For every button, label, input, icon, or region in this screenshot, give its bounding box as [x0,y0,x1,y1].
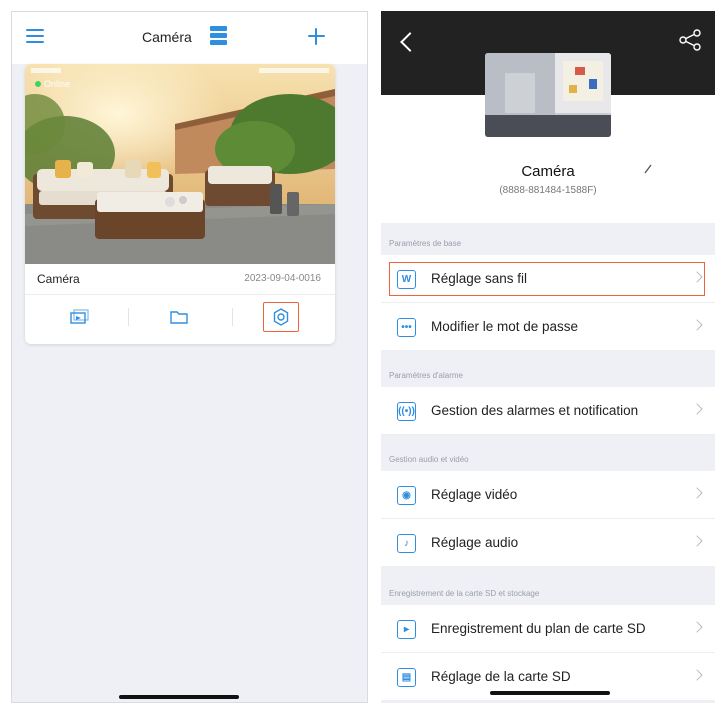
menu-item-label: Modifier le mot de passe [431,319,579,334]
card-separator [232,308,233,326]
wifi-icon: W [397,270,416,289]
folder-icon [170,311,188,324]
menu-icon[interactable] [26,29,44,43]
camera-live-preview[interactable] [25,64,335,264]
menu-item-wireless-settings[interactable]: W Réglage sans fil [381,255,715,303]
edit-name-icon[interactable] [643,163,653,175]
camera-settings-screen: Caméra (8888-881484-1588F) Paramètres de… [381,11,715,703]
online-status-badge: Online [35,79,70,89]
section-header-alarm: Paramètres d'alarme [381,365,715,387]
chevron-right-icon [691,319,703,331]
grid-view-icon[interactable] [210,26,227,45]
menu-item-change-password[interactable]: ••• Modifier le mot de passe [381,303,715,351]
camera-card: Online Caméra 2023-09-04-0016 [25,64,335,344]
camera-overlay-timestamp [259,68,329,73]
camera-settings-button[interactable] [263,302,299,332]
playback-icon [70,309,89,324]
plus-icon[interactable] [308,28,325,45]
camera-list-screen: Caméra Online Caméra 2023-09-04-0016 [11,11,368,703]
chevron-right-icon [691,403,703,415]
top-bar: Caméra [12,12,367,64]
settings-icon [273,308,289,326]
section-header-sd-storage: Enregistrement de la carte SD et stockag… [381,583,715,605]
online-dot-icon [35,81,41,87]
camera-date: 2023-09-04-0016 [244,273,321,284]
password-icon: ••• [397,318,416,337]
chevron-right-icon [691,535,703,547]
sd-schedule-icon: ▸ [397,620,416,639]
video-icon: ◉ [397,486,416,505]
menu-item-label: Réglage vidéo [431,487,518,502]
card-separator [128,308,129,326]
chevron-right-icon [691,487,703,499]
device-name: Caméra [521,163,575,180]
audio-icon: ♪ [397,534,416,553]
camera-name: Caméra [37,272,80,286]
device-id: (8888-881484-1588F) [499,185,597,196]
menu-item-label: Gestion des alarmes et notification [431,403,639,418]
chevron-right-icon [691,621,703,633]
files-button[interactable] [161,302,197,332]
share-icon[interactable] [677,29,703,51]
chevron-right-icon [691,669,703,681]
menu-item-label: Réglage de la carte SD [431,669,571,684]
online-status-label: Online [44,79,71,89]
menu-item-alarm-notification[interactable]: ((•)) Gestion des alarmes et notificatio… [381,387,715,435]
menu-item-label: Réglage sans fil [431,271,528,286]
section-header-basic: Paramètres de base [381,233,715,255]
sd-card-icon: ▤ [397,668,416,687]
card-divider [25,294,335,295]
back-icon[interactable] [400,32,420,52]
page-title: Caméra [142,29,192,45]
menu-item-label: Enregistrement du plan de carte SD [431,621,646,636]
menu-item-label: Réglage audio [431,535,519,550]
home-indicator [119,695,239,699]
playback-button[interactable] [61,302,97,332]
menu-item-video-settings[interactable]: ◉ Réglage vidéo [381,471,715,519]
device-thumbnail [485,53,611,137]
alarm-icon: ((•)) [397,402,416,421]
camera-overlay-tag [31,68,61,73]
menu-item-sd-recording-schedule[interactable]: ▸ Enregistrement du plan de carte SD [381,605,715,653]
section-header-audio-video: Gestion audio et vidéo [381,449,715,471]
chevron-right-icon [691,271,703,283]
menu-item-audio-settings[interactable]: ♪ Réglage audio [381,519,715,567]
home-indicator [490,691,610,695]
